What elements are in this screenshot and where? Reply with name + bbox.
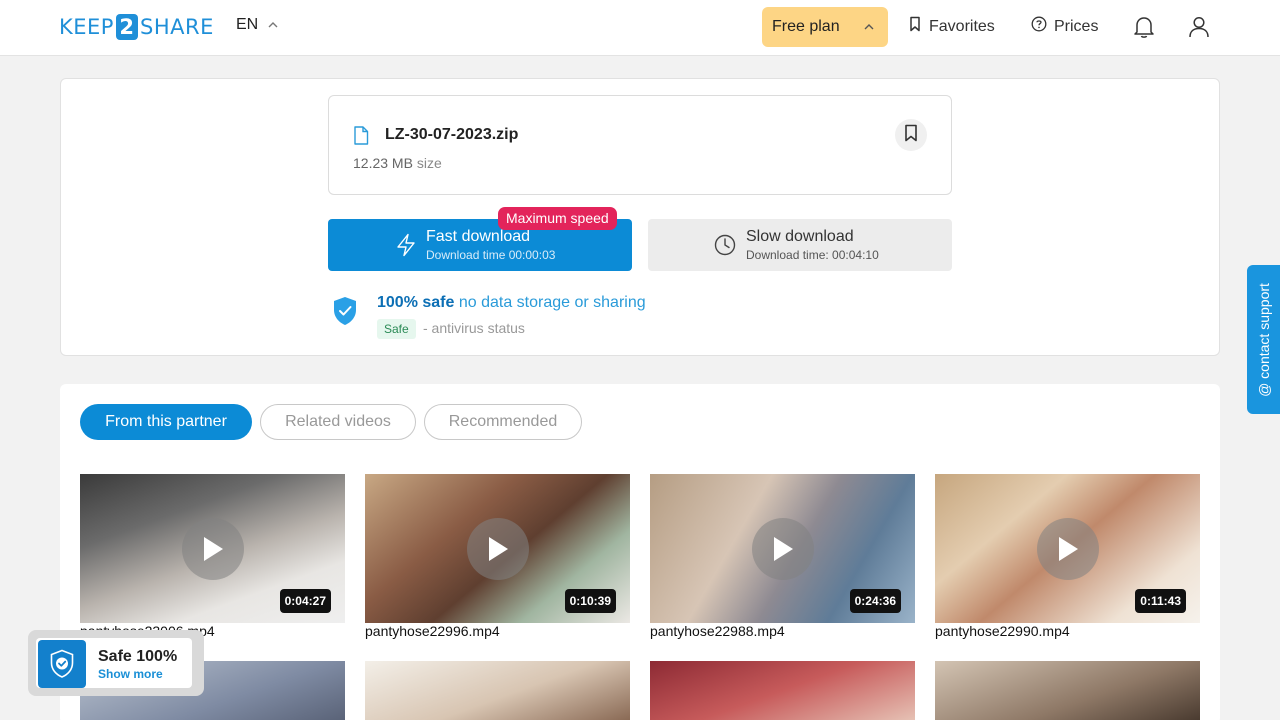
safety-text: 100% safe no data storage or sharing — [377, 294, 646, 312]
plan-label: Free plan — [772, 18, 840, 35]
show-more-link[interactable]: Show more — [98, 667, 163, 681]
slow-download-button[interactable]: Slow download Download time: 00:04:10 — [648, 219, 952, 271]
chevron-up-icon — [864, 22, 874, 33]
slow-download-title: Slow download — [746, 228, 854, 245]
question-circle-icon — [1031, 16, 1047, 37]
file-name: LZ-30-07-2023.zip — [385, 126, 519, 143]
safe-widget[interactable]: Safe 100% Show more — [28, 630, 204, 696]
video-title[interactable]: pantyhose22996.mp4 — [365, 623, 500, 639]
video-duration: 0:24:36 — [849, 589, 901, 613]
logo-number: 2 — [115, 14, 138, 40]
keep2share-logo[interactable]: KEEP 2 SHARE — [59, 14, 214, 40]
tab-recommended[interactable]: Recommended — [424, 404, 582, 440]
prices-label: Prices — [1054, 17, 1099, 35]
video-duration: 0:04:27 — [279, 589, 331, 613]
file-size: 12.23 MB size — [353, 155, 442, 171]
user-icon[interactable] — [1188, 15, 1210, 44]
contact-support-tab[interactable]: @ contact support — [1247, 265, 1280, 414]
top-header: KEEP 2 SHARE EN Free plan Favorites Prices — [0, 0, 1280, 56]
lightning-icon — [395, 233, 417, 262]
chevron-up-icon — [268, 20, 278, 31]
tab-related-videos[interactable]: Related videos — [260, 404, 416, 440]
file-icon — [353, 126, 369, 150]
safety-bold: 100% safe — [377, 294, 455, 311]
bookmark-icon — [904, 124, 918, 147]
logo-text-right: SHARE — [139, 15, 214, 39]
fast-download-title: Fast download — [426, 228, 531, 245]
video-thumbnail[interactable] — [650, 661, 915, 720]
video-thumbnail[interactable]: 0:04:27 — [80, 474, 345, 623]
antivirus-status-text: - antivirus status — [423, 320, 525, 336]
file-info-box: LZ-30-07-2023.zip 12.23 MB size — [328, 95, 952, 195]
safety-light: no data storage or sharing — [458, 294, 646, 311]
shield-check-icon — [38, 640, 86, 688]
play-icon — [466, 517, 529, 580]
maximum-speed-badge: Maximum speed — [498, 207, 617, 230]
bookmark-icon — [908, 16, 922, 37]
safe-status-chip: Safe — [377, 319, 416, 339]
file-size-suffix: size — [416, 155, 442, 171]
video-thumbnail[interactable]: 0:24:36 — [650, 474, 915, 623]
favorites-label: Favorites — [929, 17, 995, 35]
video-thumbnail[interactable] — [935, 661, 1200, 720]
play-icon — [181, 517, 244, 580]
logo-text-left: KEEP — [59, 15, 114, 39]
fast-download-time: Download time 00:00:03 — [426, 248, 556, 262]
video-duration: 0:10:39 — [564, 589, 616, 613]
contact-support-label: @ contact support — [1255, 282, 1272, 397]
file-size-value: 12.23 MB — [353, 155, 413, 171]
video-thumbnail[interactable]: 0:11:43 — [935, 474, 1200, 623]
free-plan-button[interactable]: Free plan — [762, 7, 888, 47]
favorites-link[interactable]: Favorites — [908, 16, 995, 37]
video-title[interactable]: pantyhose22990.mp4 — [935, 623, 1070, 639]
play-icon — [1036, 517, 1099, 580]
prices-link[interactable]: Prices — [1031, 16, 1098, 37]
video-thumbnail[interactable] — [365, 661, 630, 720]
language-code: EN — [236, 16, 259, 33]
safe-widget-title: Safe 100% — [98, 648, 178, 665]
tab-from-this-partner[interactable]: From this partner — [80, 404, 252, 440]
bell-icon[interactable] — [1133, 15, 1155, 44]
clock-icon — [714, 234, 736, 261]
shield-check-icon — [332, 296, 358, 331]
play-icon — [751, 517, 814, 580]
video-duration: 0:11:43 — [1135, 589, 1186, 613]
video-title[interactable]: pantyhose22988.mp4 — [650, 623, 785, 639]
language-selector[interactable]: EN — [236, 16, 278, 34]
bookmark-file-button[interactable] — [895, 119, 927, 151]
slow-download-time: Download time: 00:04:10 — [746, 248, 879, 262]
video-thumbnail[interactable]: 0:10:39 — [365, 474, 630, 623]
